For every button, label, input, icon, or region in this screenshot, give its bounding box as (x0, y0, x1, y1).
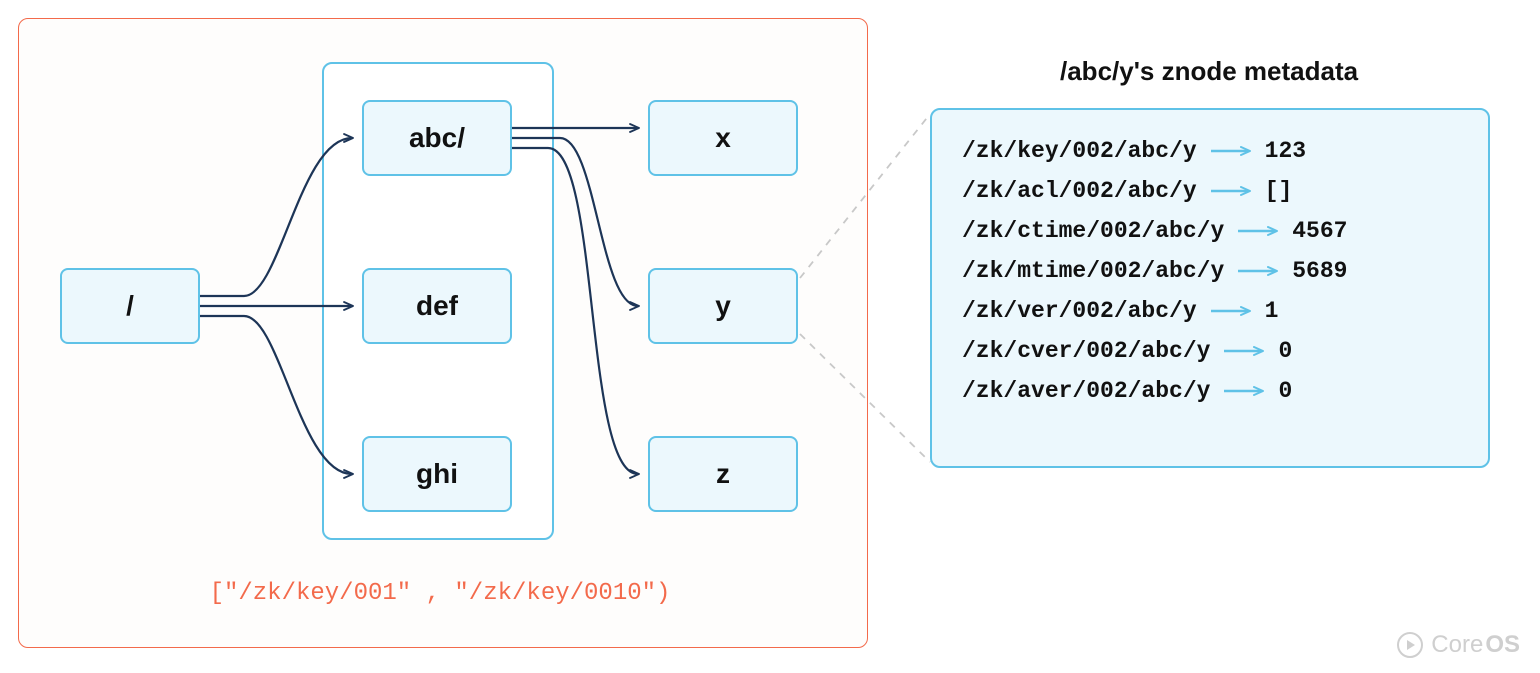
metadata-value: 0 (1278, 338, 1292, 364)
arrow-right-icon (1209, 303, 1255, 319)
node-label: ghi (416, 458, 458, 490)
arrow-right-icon (1236, 223, 1282, 239)
metadata-value: 5689 (1292, 258, 1347, 284)
arrow-right-icon (1209, 143, 1255, 159)
arrow-right-icon (1236, 263, 1282, 279)
key-range-label: ["/zk/key/001" , "/zk/key/0010") (130, 580, 750, 607)
metadata-key: /zk/acl/002/abc/y (962, 178, 1197, 204)
diagram-stage: / abc/ def ghi x y z ["/zk/key/001" , "/… (0, 0, 1540, 673)
metadata-row: /zk/acl/002/abc/y [] (962, 178, 1458, 204)
node-ghi: ghi (362, 436, 512, 512)
node-label: z (716, 458, 730, 490)
node-label: abc/ (409, 122, 465, 154)
metadata-row: /zk/cver/002/abc/y 0 (962, 338, 1458, 364)
metadata-key: /zk/ctime/002/abc/y (962, 218, 1224, 244)
metadata-row: /zk/ver/002/abc/y 1 (962, 298, 1458, 324)
metadata-value: 1 (1265, 298, 1279, 324)
metadata-key: /zk/key/002/abc/y (962, 138, 1197, 164)
logo-text-suffix: OS (1485, 631, 1520, 659)
metadata-key: /zk/aver/002/abc/y (962, 378, 1210, 404)
arrow-right-icon (1222, 383, 1268, 399)
metadata-key: /zk/ver/002/abc/y (962, 298, 1197, 324)
metadata-row: /zk/key/002/abc/y 123 (962, 138, 1458, 164)
coreos-logo-icon (1397, 632, 1423, 658)
node-label: x (715, 122, 731, 154)
node-y: y (648, 268, 798, 344)
metadata-value: 4567 (1292, 218, 1347, 244)
metadata-title: /abc/y's znode metadata (1060, 56, 1358, 87)
node-def: def (362, 268, 512, 344)
metadata-row: /zk/mtime/002/abc/y 5689 (962, 258, 1458, 284)
metadata-row: /zk/ctime/002/abc/y 4567 (962, 218, 1458, 244)
arrow-right-icon (1222, 343, 1268, 359)
metadata-key: /zk/cver/002/abc/y (962, 338, 1210, 364)
metadata-panel: /zk/key/002/abc/y123/zk/acl/002/abc/y[]/… (930, 108, 1490, 468)
logo-text-prefix: Core (1431, 631, 1483, 659)
node-label: / (126, 290, 134, 322)
arrow-right-icon (1209, 183, 1255, 199)
node-root: / (60, 268, 200, 344)
metadata-key: /zk/mtime/002/abc/y (962, 258, 1224, 284)
metadata-value: 123 (1265, 138, 1306, 164)
node-x: x (648, 100, 798, 176)
node-abc: abc/ (362, 100, 512, 176)
node-label: y (715, 290, 731, 322)
node-label: def (416, 290, 458, 322)
node-z: z (648, 436, 798, 512)
metadata-row: /zk/aver/002/abc/y 0 (962, 378, 1458, 404)
metadata-value: 0 (1278, 378, 1292, 404)
metadata-value: [] (1265, 178, 1293, 204)
coreos-logo: CoreOS (1397, 631, 1520, 659)
